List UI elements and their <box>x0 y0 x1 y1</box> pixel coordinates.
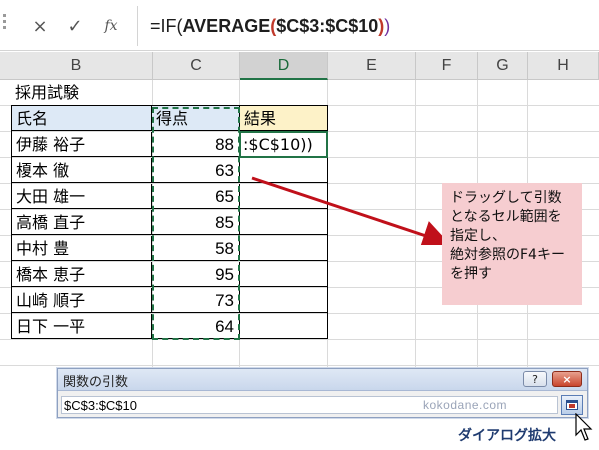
caption: ダイアログ拡大 <box>458 428 556 444</box>
column-header-b[interactable]: B <box>0 52 153 80</box>
help-button[interactable]: ? <box>523 371 547 387</box>
range-selection-marquee <box>152 107 240 340</box>
name-cell[interactable]: 大田 雄一 <box>12 184 152 209</box>
column-header-d[interactable]: D <box>240 52 328 80</box>
name-cell[interactable]: 榎本 徹 <box>12 158 152 183</box>
name-cell[interactable]: 橋本 恵子 <box>12 262 152 287</box>
name-cell[interactable]: 高橋 直子 <box>12 210 152 235</box>
gridline <box>0 365 599 366</box>
function-arguments-dialog: 関数の引数 ? × $C$3:$C$10 kokodane.com <box>57 368 588 418</box>
insert-function-icon[interactable]: fx <box>98 13 124 39</box>
active-cell-d3[interactable]: :$C$10)) <box>239 131 328 158</box>
enter-icon[interactable]: ✓ <box>62 13 88 39</box>
callout-line: を押す <box>450 266 492 282</box>
divider <box>137 6 138 46</box>
mouse-cursor-icon <box>575 413 593 441</box>
cancel-icon[interactable]: × <box>27 13 53 39</box>
result-cell[interactable] <box>240 262 327 287</box>
expand-dialog-icon-mark <box>569 404 575 408</box>
result-cell[interactable] <box>240 314 327 339</box>
header-result[interactable]: 結果 <box>240 106 327 131</box>
sheet-title[interactable]: 採用試験 <box>11 80 152 106</box>
formula-function-name: AVERAGE <box>182 16 271 36</box>
formula-bar: × ✓ fx =IF(AVERAGE($C$3:$C$10)) <box>0 0 599 52</box>
pointer-arrow <box>251 176 450 245</box>
name-cell[interactable]: 中村 豊 <box>12 236 152 261</box>
column-header-e[interactable]: E <box>328 52 416 80</box>
callout-line: ドラッグして引数 <box>450 190 562 206</box>
callout-line: 絶対参照のF4キー <box>450 247 565 263</box>
formula-range: $C$3:$C$10 <box>276 16 379 36</box>
column-header-f[interactable]: F <box>416 52 478 80</box>
column-header-h[interactable]: H <box>528 52 599 80</box>
formula-part: =IF( <box>150 16 183 36</box>
expand-dialog-button[interactable] <box>561 395 583 415</box>
name-cell[interactable]: 山崎 順子 <box>12 288 152 313</box>
column-header-c[interactable]: C <box>153 52 240 80</box>
name-cell[interactable]: 伊藤 裕子 <box>12 132 152 157</box>
name-cell[interactable]: 日下 一平 <box>12 314 152 339</box>
result-cell[interactable] <box>240 288 327 313</box>
callout-line: となるセル範囲を <box>450 209 562 225</box>
gridline <box>0 339 599 340</box>
close-button[interactable]: × <box>552 371 582 387</box>
dialog-title: 関数の引数 <box>63 375 129 390</box>
watermark: kokodane.com <box>423 398 508 412</box>
callout-line: 指定し、 <box>450 228 506 244</box>
grip-icon[interactable] <box>3 14 7 36</box>
expand-dialog-icon-bar <box>566 400 578 403</box>
formula-input[interactable]: =IF(AVERAGE($C$3:$C$10)) <box>150 12 390 40</box>
dialog-titlebar[interactable]: 関数の引数 ? × <box>58 369 587 391</box>
column-header-g[interactable]: G <box>478 52 528 80</box>
formula-paren: ) <box>384 16 391 36</box>
instruction-callout: ドラッグして引数 となるセル範囲を 指定し、 絶対参照のF4キー を押す <box>442 183 582 305</box>
header-name[interactable]: 氏名 <box>12 106 152 131</box>
